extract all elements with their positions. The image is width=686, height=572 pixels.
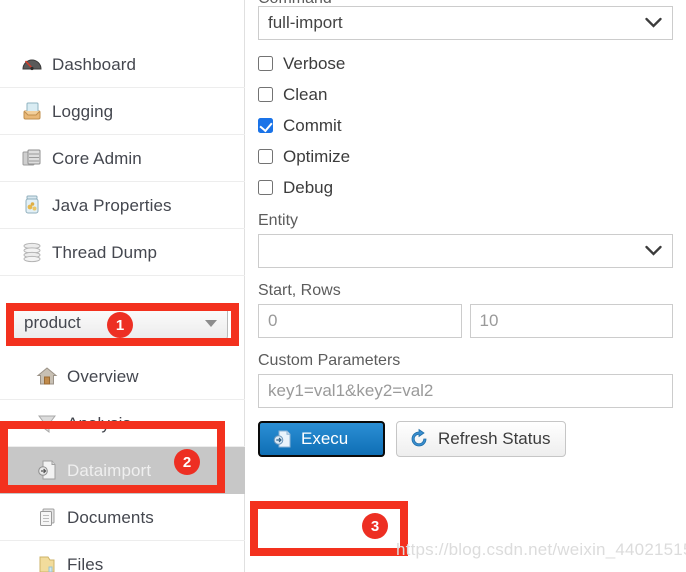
- sidebar-item-documents[interactable]: Documents: [0, 494, 245, 541]
- sidebar-item-files[interactable]: Files: [0, 541, 245, 572]
- sidebar-item-analysis[interactable]: Analysis: [0, 400, 245, 447]
- entity-select[interactable]: [258, 234, 673, 268]
- form-action-buttons: Execu Refresh Status: [258, 421, 673, 457]
- dashboard-gauge-icon: [21, 53, 43, 75]
- sidebar-item-overview[interactable]: Overview: [0, 353, 245, 400]
- sidebar-item-label: Overview: [67, 366, 139, 386]
- solr-admin-dataimport-screen: Dashboard Logging Core Admin Java Proper…: [0, 0, 686, 572]
- checkbox-label: Clean: [283, 84, 328, 104]
- sidebar-core-nav: Overview Analysis Dataimport Documents F…: [0, 353, 245, 572]
- command-select-value: full-import: [268, 13, 343, 32]
- sidebar-global-nav: Dashboard Logging Core Admin Java Proper…: [0, 41, 245, 276]
- checkbox-row-debug[interactable]: Debug: [258, 172, 673, 203]
- sidebar-item-label: Dashboard: [52, 54, 137, 74]
- sidebar-item-java-properties[interactable]: Java Properties: [0, 182, 245, 229]
- sidebar-item-logging[interactable]: Logging: [0, 88, 245, 135]
- custom-parameters-label: Custom Parameters: [258, 352, 401, 369]
- start-input[interactable]: 0: [258, 304, 462, 338]
- debug-checkbox[interactable]: [258, 180, 273, 195]
- annotation-badge-1: 1: [107, 312, 133, 338]
- sidebar-item-label: Files: [67, 554, 104, 572]
- sidebar-item-core-admin[interactable]: Core Admin: [0, 135, 245, 182]
- files-folder-icon: [36, 553, 58, 572]
- command-select[interactable]: full-import: [258, 6, 673, 40]
- sidebar-item-thread-dump[interactable]: Thread Dump: [0, 229, 245, 276]
- annotation-badge-3: 3: [362, 513, 388, 539]
- watermark-text: https://blog.csdn.net/weixin_44021515: [396, 540, 686, 559]
- checkbox-row-clean[interactable]: Clean: [258, 79, 673, 110]
- sidebar-item-label: Core Admin: [52, 148, 142, 168]
- optimize-checkbox[interactable]: [258, 149, 273, 164]
- refresh-status-button[interactable]: Refresh Status: [396, 421, 567, 457]
- checkbox-label: Verbose: [283, 53, 346, 73]
- checkbox-row-commit[interactable]: Commit: [258, 110, 673, 141]
- thread-dump-stack-icon: [21, 241, 43, 263]
- refresh-circular-arrow-icon: [408, 428, 430, 450]
- custom-parameters-input[interactable]: key1=val1&key2=val2: [258, 374, 673, 408]
- checkbox-label: Commit: [283, 115, 342, 135]
- execute-import-icon: [271, 428, 293, 450]
- documents-pages-icon: [36, 506, 58, 528]
- dataimport-page-icon: [36, 459, 58, 481]
- checkbox-label: Debug: [283, 177, 334, 197]
- chevron-down-icon: [645, 241, 662, 261]
- checkbox-row-optimize[interactable]: Optimize: [258, 141, 673, 172]
- sidebar-item-label: Java Properties: [52, 195, 172, 215]
- execute-button[interactable]: Execu: [258, 421, 385, 457]
- rows-input[interactable]: 10: [469, 304, 673, 338]
- commit-checkbox[interactable]: [258, 118, 273, 133]
- analysis-funnel-icon: [36, 412, 58, 434]
- annotation-badge-2: 2: [174, 449, 200, 475]
- start-rows-field-group: 0 10: [258, 304, 673, 338]
- sidebar-item-label: Thread Dump: [52, 242, 158, 262]
- chevron-down-icon: [205, 319, 217, 327]
- sidebar-item-label: Analysis: [67, 413, 132, 433]
- sidebar: Dashboard Logging Core Admin Java Proper…: [0, 0, 245, 572]
- sidebar-item-dataimport[interactable]: Dataimport: [0, 447, 245, 494]
- sidebar-item-label: Documents: [67, 507, 154, 527]
- sidebar-item-label: Logging: [52, 101, 114, 121]
- sidebar-item-label: Dataimport: [67, 460, 152, 480]
- dataimport-form-panel: Command full-import Verbose Clean Commit…: [245, 0, 686, 572]
- clean-checkbox[interactable]: [258, 87, 273, 102]
- core-admin-server-icon: [21, 147, 43, 169]
- command-label: Command: [258, 0, 673, 3]
- chevron-down-icon: [645, 13, 662, 33]
- entity-label: Entity: [258, 212, 299, 229]
- verbose-checkbox[interactable]: [258, 56, 273, 71]
- overview-home-icon: [36, 365, 58, 387]
- checkbox-row-verbose[interactable]: Verbose: [258, 48, 673, 79]
- sidebar-item-dashboard[interactable]: Dashboard: [0, 41, 245, 88]
- core-selector-value: product: [24, 313, 81, 332]
- logging-tray-icon: [21, 100, 43, 122]
- java-properties-jar-icon: [21, 194, 43, 216]
- refresh-status-button-label: Refresh Status: [438, 429, 551, 448]
- checkbox-label: Optimize: [283, 146, 351, 166]
- start-rows-label: Start, Rows: [258, 282, 341, 299]
- execute-button-label: Execu: [301, 429, 349, 448]
